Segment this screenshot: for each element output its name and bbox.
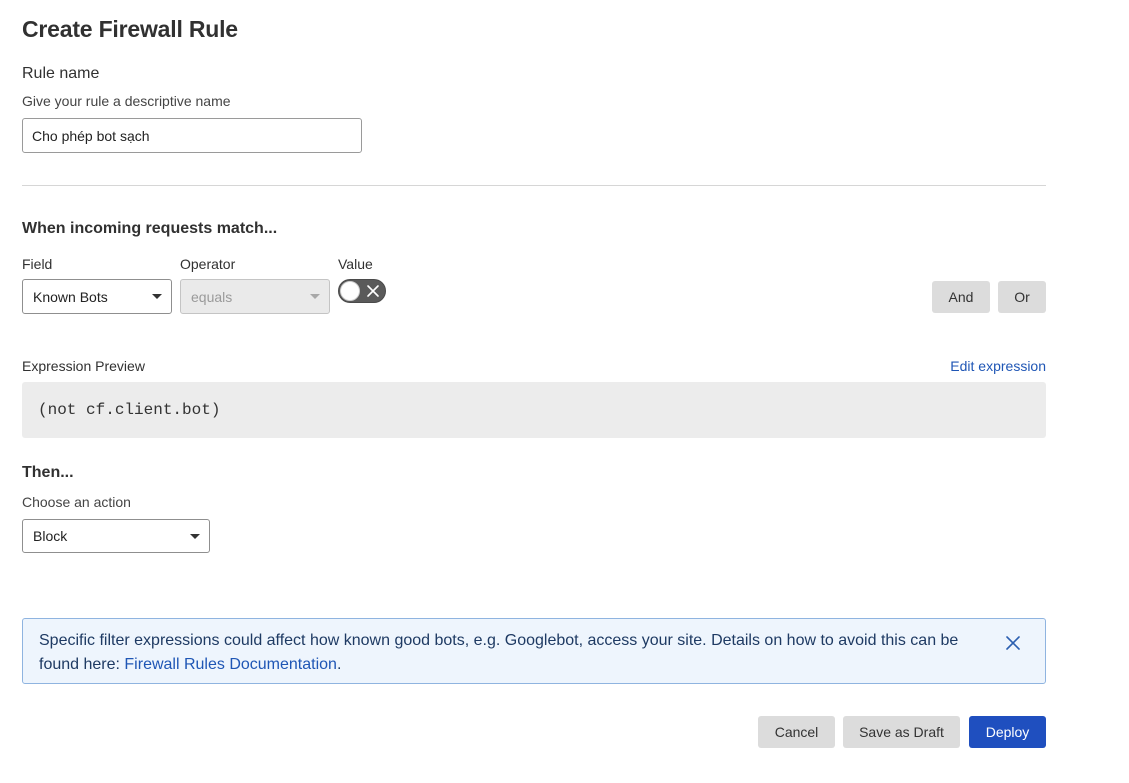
edit-expression-link[interactable]: Edit expression xyxy=(950,358,1046,374)
field-label: Field xyxy=(22,256,53,272)
save-draft-button[interactable]: Save as Draft xyxy=(843,716,960,748)
match-heading: When incoming requests match... xyxy=(22,220,278,237)
field-select[interactable]: Known Bots xyxy=(22,279,172,314)
deploy-button[interactable]: Deploy xyxy=(969,716,1046,748)
page-title: Create Firewall Rule xyxy=(22,16,238,42)
value-label: Value xyxy=(338,256,373,272)
x-icon xyxy=(367,285,379,297)
close-icon[interactable] xyxy=(1005,635,1021,651)
toggle-knob xyxy=(340,281,360,301)
section-divider xyxy=(22,185,1046,186)
caret-down-icon xyxy=(190,534,200,539)
action-hint: Choose an action xyxy=(22,494,131,510)
field-select-value: Known Bots xyxy=(33,288,108,305)
info-banner: Specific filter expressions could affect… xyxy=(22,618,1046,684)
or-button[interactable]: Or xyxy=(998,281,1046,313)
then-heading: Then... xyxy=(22,464,74,481)
docs-link[interactable]: Firewall Rules Documentation xyxy=(124,656,337,673)
rule-name-hint: Give your rule a descriptive name xyxy=(22,93,231,109)
operator-select-value: equals xyxy=(191,288,233,305)
cancel-button[interactable]: Cancel xyxy=(758,716,835,748)
rule-name-input[interactable] xyxy=(22,118,362,153)
operator-select: equals xyxy=(180,279,330,314)
operator-label: Operator xyxy=(180,256,236,272)
action-select[interactable]: Block xyxy=(22,519,210,553)
rule-name-label: Rule name xyxy=(22,65,100,82)
expression-preview-code: (not cf.client.bot) xyxy=(22,382,1046,438)
expression-preview-label: Expression Preview xyxy=(22,358,145,374)
banner-trailing: . xyxy=(336,656,342,673)
caret-down-icon xyxy=(152,294,162,299)
value-toggle[interactable] xyxy=(338,279,386,303)
and-button[interactable]: And xyxy=(932,281,990,313)
action-select-value: Block xyxy=(33,528,68,544)
caret-down-icon xyxy=(310,294,320,299)
